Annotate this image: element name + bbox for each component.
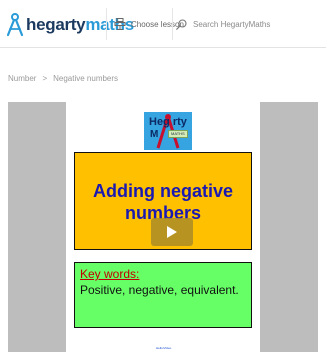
breadcrumb-item-number[interactable]: Number [8,74,36,83]
logo-text-line1: Heg rty [149,116,187,128]
breadcrumb-separator: > [42,74,48,83]
key-words-heading: Key words: [80,267,140,281]
top-navigation-bar: hegartymaths Choose lesson Search Hegart… [0,0,326,48]
logo-text-line2: M [150,129,159,140]
search-placeholder: Search HegartyMaths [193,19,271,29]
video-slide: Heg rty M MATHS Adding negative numbers … [66,102,260,352]
nav-divider [106,8,107,40]
video-footer-link[interactable]: Hello/Video [156,346,171,350]
compass-icon [6,13,24,37]
lesson-title-box: Adding negative numbers [74,152,252,250]
logo-tag: MATHS [168,130,188,138]
play-button[interactable] [151,218,193,246]
breadcrumb: Number > Negative numbers [8,74,118,83]
hegartymaths-video-logo: Heg rty M MATHS [144,112,192,150]
play-icon [167,226,177,238]
key-words-box: Key words: Positive, negative, equivalen… [74,262,252,328]
breadcrumb-item-negative-numbers[interactable]: Negative numbers [53,74,118,83]
key-words-list: Positive, negative, equivalent. [80,283,239,297]
search-input[interactable]: Search HegartyMaths [176,13,322,35]
search-icon [176,18,187,30]
lesson-stack-icon [114,18,126,30]
video-player[interactable]: Heg rty M MATHS Adding negative numbers … [8,102,318,352]
nav-divider [172,8,173,40]
choose-lesson-button[interactable]: Choose lesson [114,15,184,33]
